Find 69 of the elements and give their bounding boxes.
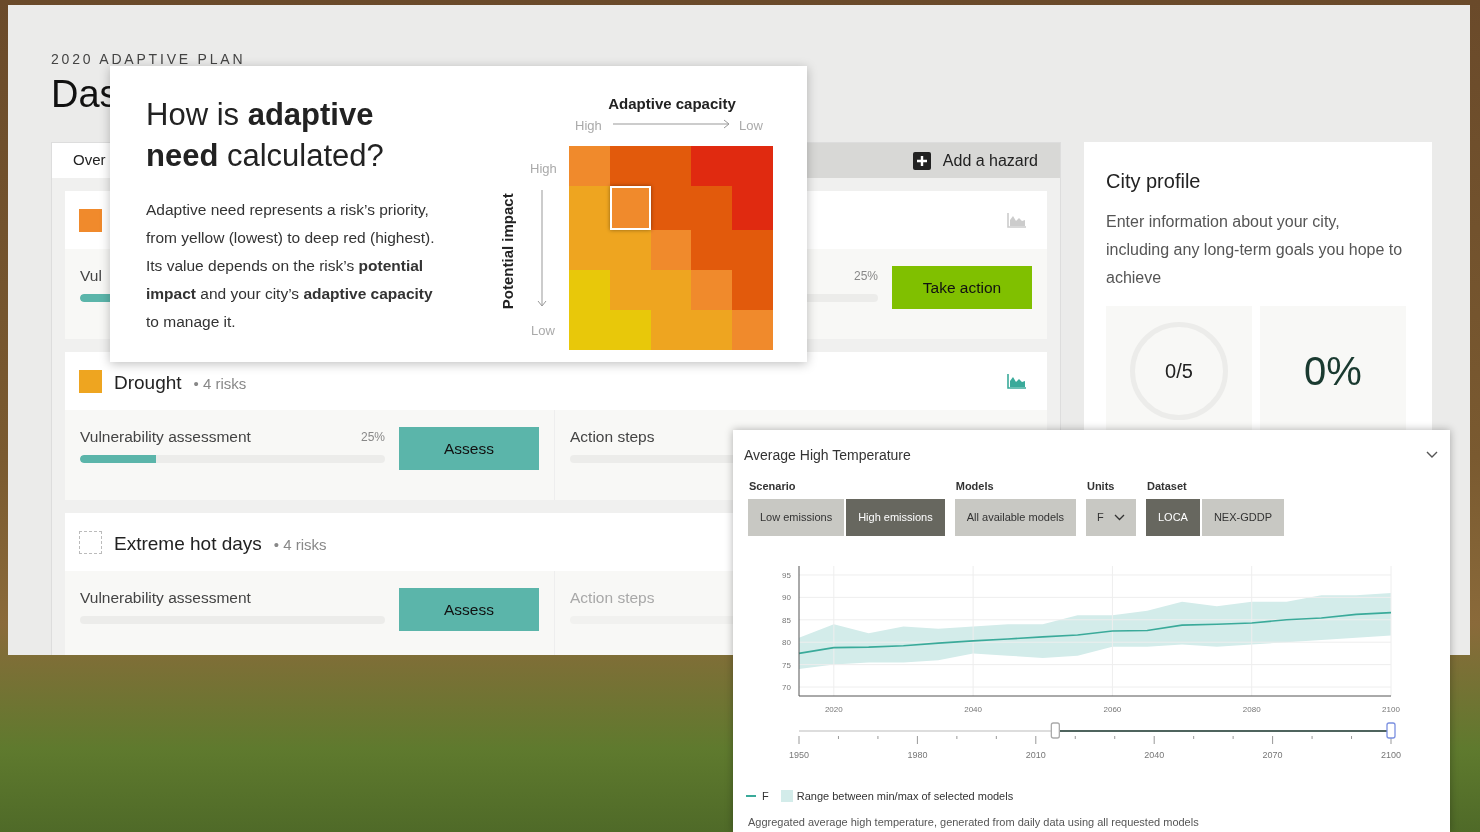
slider-tick-label: 2100 [1381, 749, 1401, 760]
option-button[interactable]: All available models [954, 498, 1076, 536]
axis-label: High [530, 160, 557, 178]
x-tick-label: 2040 [964, 704, 982, 714]
y-tick-label: 90 [782, 592, 791, 602]
axis-label: High [575, 117, 602, 135]
group-label: Dataset [1145, 479, 1188, 494]
arrow-down-icon [537, 190, 547, 308]
y-tick-label: 80 [782, 637, 791, 647]
step-label: Vulnerability assessment [80, 427, 251, 448]
chart-title: Average High Temperature [744, 446, 911, 465]
y-tick-label: 85 [782, 615, 791, 625]
popup-text: Adaptive need represents a risk’s priority, from yellow (lowest) to deep red (highest). Its value depends on the risk’s potential impact and your city’s adaptive capacity to manage it. [146, 200, 436, 332]
area-chart-icon[interactable] [1007, 373, 1027, 389]
hazard-title: Extreme hot days [114, 531, 262, 556]
plus-icon [912, 151, 931, 170]
option-button[interactable]: High emissions [846, 498, 945, 536]
hazard-color-square [79, 530, 102, 554]
risk-count: • 4 risks [193, 373, 247, 394]
legend-label: Range between min/max of selected models [796, 788, 1014, 804]
slider-tick-label: 1980 [907, 749, 928, 760]
arrow-right-icon [613, 119, 731, 129]
y-tick-label: 70 [782, 682, 791, 692]
matrix-title: Adaptive capacity [607, 94, 737, 114]
y-tick-label: 95 [782, 570, 791, 580]
step-label: Action steps [570, 427, 655, 448]
slider-handle[interactable] [1386, 721, 1396, 739]
stat-value: 0% [1304, 348, 1362, 395]
group-label: Units [1085, 479, 1116, 494]
slider-tick-label: 2070 [1262, 749, 1283, 760]
slider-tick-label: 1950 [789, 749, 809, 760]
x-tick-label: 2060 [1103, 704, 1122, 714]
percent-label: 25% [360, 429, 385, 446]
x-tick-label: 2080 [1242, 704, 1261, 714]
axis-title: Potential impact [497, 192, 517, 312]
city-profile-text: Enter information about your city, including any long-term goals you hope to achieve [1106, 212, 1404, 288]
slider-tick-label: 2010 [1025, 749, 1046, 760]
axis-label: Low [739, 117, 763, 135]
y-tick-label: 75 [782, 660, 791, 670]
plan-label: 2020 ADAPTIVE PLAN [51, 50, 247, 69]
step-button[interactable]: Assess [399, 427, 539, 470]
chevron-down-icon [1113, 513, 1125, 521]
option-button[interactable]: LOCA [1145, 498, 1200, 536]
add-hazard-button[interactable]: Add a hazard [912, 148, 1038, 173]
option-button[interactable]: NEX-GDDP [1201, 498, 1284, 536]
legend-label: F [762, 788, 769, 804]
step-label: Vul [80, 266, 102, 287]
risk-count: • 4 risks [273, 534, 327, 555]
percent-label: 25% [853, 268, 878, 285]
step-label: Vulnerability assessment [80, 588, 251, 609]
x-tick-label: 2020 [824, 704, 843, 714]
chart-caption: Aggregated average high temperature, generated from daily data using all requested models [747, 815, 1200, 830]
slider-tick-label: 2040 [1144, 749, 1165, 760]
city-profile-title: City profile [1106, 169, 1202, 194]
option-button[interactable]: Low emissions [748, 498, 845, 536]
group-label: Models [954, 479, 995, 494]
hazard-title: Drought [114, 370, 182, 395]
chevron-down-icon[interactable] [1426, 451, 1438, 459]
slider-handle[interactable] [1050, 721, 1060, 739]
progress-ring: 0/5 [1130, 322, 1228, 420]
x-tick-label: 2100 [1382, 704, 1400, 714]
step-label: Action steps [570, 588, 655, 609]
group-label: Scenario [748, 479, 797, 494]
area-chart-icon[interactable] [1007, 212, 1027, 228]
popup-heading: How is adaptive need calculated? [146, 96, 385, 175]
axis-label: Low [531, 322, 555, 340]
step-button[interactable]: Take action [892, 266, 1032, 309]
step-button[interactable]: Assess [399, 588, 539, 631]
units-dropdown[interactable]: F [1085, 498, 1136, 536]
